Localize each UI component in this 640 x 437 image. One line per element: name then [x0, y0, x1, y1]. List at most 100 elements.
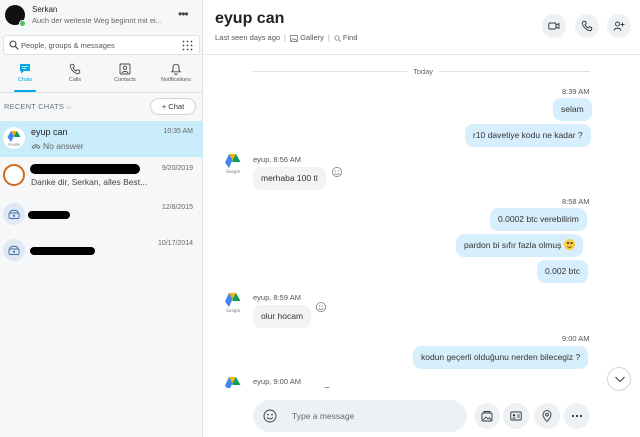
tab-contacts[interactable]: Contacts [100, 60, 150, 92]
tab-calls-label: Calls [68, 77, 82, 83]
outgoing-message[interactable]: pardon bi sıfır fazla olmuş [456, 234, 584, 257]
missed-call-icon [31, 144, 41, 150]
conversation-name: eyup can [31, 127, 68, 137]
google-logo-avatar: Google [225, 293, 241, 313]
message-input[interactable]: Type a message [253, 400, 467, 432]
online-status-icon [19, 20, 26, 27]
add-reaction-icon[interactable] [321, 386, 333, 388]
contacts-icon [119, 63, 131, 75]
date-divider-label: Today [407, 67, 440, 76]
chevron-down-icon [615, 376, 625, 383]
recent-chats-label: RECENT CHATS [4, 102, 65, 111]
phone-contact-avatar [3, 239, 25, 261]
outgoing-message-text: pardon bi sıfır fazla olmuş [464, 240, 562, 250]
incoming-message[interactable]: olur hocam [253, 305, 312, 328]
outgoing-message[interactable]: 0.002 btc [537, 260, 588, 283]
incoming-message[interactable]: merhaba 100 tl [253, 167, 326, 190]
gallery-label: Gallery [300, 33, 324, 42]
add-people-button[interactable] [607, 14, 631, 38]
message-timestamp: 8:58 AM [562, 197, 590, 206]
tab-calls[interactable]: Calls [50, 60, 100, 92]
google-logo-avatar [225, 377, 241, 388]
tab-notifications-label: Notifications [161, 77, 191, 83]
google-logo-avatar: Google [225, 154, 241, 174]
contact-card-button[interactable] [503, 403, 529, 429]
profile-name: Serkan [32, 5, 58, 14]
main-nav: Chats Calls Contacts Notifications [0, 60, 203, 92]
contact-card-icon [510, 411, 522, 421]
new-chat-button[interactable]: + Chat [150, 98, 196, 115]
gallery-icon [290, 34, 298, 42]
message-sender: eyup, 9:00 AM [253, 377, 301, 386]
tab-chats[interactable]: Chats [0, 60, 50, 92]
recent-chats-header[interactable]: RECENT CHATS ⌵ [4, 102, 72, 112]
message-input-placeholder: Type a message [292, 411, 355, 421]
conversation-date: 9/20/2019 [161, 165, 193, 172]
conversation-title[interactable]: eyup can [215, 10, 284, 28]
add-person-icon [613, 21, 625, 31]
divider: | [284, 33, 286, 42]
divider [0, 92, 203, 93]
more-options-icon[interactable]: ••• [178, 7, 189, 21]
sidebar: Serkan Auch der weiteste Weg beginnt mit… [0, 0, 203, 437]
conversation-date: 12/8/2015 [161, 204, 193, 211]
media-gallery-button[interactable] [474, 403, 500, 429]
video-camera-icon [548, 22, 560, 30]
tab-chats-label: Chats [17, 77, 33, 83]
dialpad-icon[interactable] [182, 40, 193, 51]
audio-call-button[interactable] [575, 14, 599, 38]
add-reaction-icon[interactable] [315, 301, 327, 313]
profile-mood: Auch der weiteste Weg beginnt mit ei... [32, 16, 162, 25]
phone-icon [581, 20, 593, 32]
conversation-pane: eyup can Last seen days ago | Gallery | Fi… [203, 0, 640, 437]
conversation-preview: No answer [31, 141, 84, 151]
last-seen-status: Last seen days ago [215, 33, 281, 42]
profile-bar[interactable]: Serkan Auch der weiteste Weg beginnt mit… [0, 0, 203, 32]
search-input[interactable]: People, groups & messages [3, 35, 200, 55]
outgoing-message[interactable]: r10 davetiye kodu ne kadar ? [465, 124, 591, 147]
conversation-item[interactable]: 12/8/2015 [0, 197, 203, 233]
location-pin-icon [542, 410, 552, 422]
message-timestamp: 9:00 AM [562, 334, 590, 343]
search-icon [334, 34, 341, 42]
bell-icon [170, 63, 182, 75]
add-reaction-icon[interactable] [331, 166, 343, 178]
avatar [3, 164, 25, 186]
send-location-button[interactable] [534, 403, 560, 429]
google-logo-avatar: Google [3, 127, 25, 149]
conversation-item[interactable]: Danke dir, Serkan, alles Best... 9/20/20… [0, 158, 203, 194]
redacted-name [28, 211, 70, 219]
find-label: Find [342, 33, 358, 42]
message-sender: eyup, 8:59 AM [253, 293, 301, 302]
conversation-item[interactable]: Google eyup can No answer 10:35 AM [0, 121, 203, 157]
outgoing-message[interactable]: kodun geçerli olduğunu nerden bilecegiz … [413, 346, 589, 369]
message-list[interactable]: Today 8:39 AM selam r10 davetiye kodu ne… [203, 55, 640, 388]
chevron-down-icon: ⌵ [66, 104, 72, 111]
video-call-button[interactable] [542, 14, 566, 38]
divider: | [327, 33, 330, 42]
conversation-info: Last seen days ago | Gallery | Find [215, 33, 358, 42]
conversation-date: 10/17/2014 [157, 240, 193, 247]
media-icon [481, 411, 493, 422]
more-icon [571, 414, 583, 418]
message-timestamp: 8:39 AM [562, 87, 590, 96]
conversation-preview-text: No answer [43, 141, 84, 151]
find-link[interactable]: Find [334, 33, 358, 42]
tab-notifications[interactable]: Notifications [151, 60, 201, 92]
gallery-link[interactable]: Gallery [290, 33, 324, 42]
message-sender: eyup, 8:56 AM [253, 155, 301, 164]
conversation-preview: Danke dir, Serkan, alles Best... [31, 177, 148, 187]
phone-icon [8, 209, 20, 219]
phone-contact-avatar [3, 203, 25, 225]
outgoing-message[interactable]: selam [553, 98, 592, 121]
conversation-item[interactable]: 10/17/2014 [0, 233, 203, 269]
svg-text:Google: Google [226, 169, 241, 174]
scroll-to-bottom-button[interactable] [607, 367, 631, 391]
outgoing-message[interactable]: 0.0002 btc verebilirim [490, 208, 587, 231]
search-placeholder: People, groups & messages [21, 41, 115, 50]
more-options-button[interactable] [564, 403, 590, 429]
svg-text:Google: Google [8, 143, 21, 147]
emoji-icon[interactable] [263, 409, 277, 423]
conversation-date: 10:35 AM [163, 128, 193, 135]
phone-icon [8, 245, 20, 255]
